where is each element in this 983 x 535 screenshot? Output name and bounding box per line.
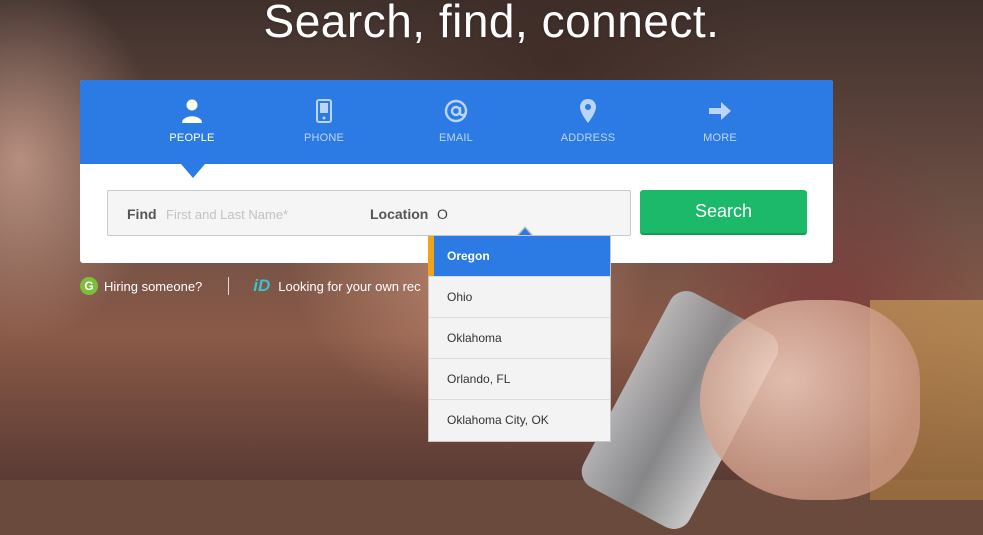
search-fields: Find Location <box>107 190 631 236</box>
person-icon <box>126 96 258 126</box>
background-hand-image <box>700 300 920 500</box>
tab-people[interactable]: PEOPLE <box>126 80 258 164</box>
hiring-link[interactable]: Hiring someone? <box>104 279 202 294</box>
arrow-right-icon <box>654 96 786 126</box>
tab-label: EMAIL <box>438 132 473 144</box>
divider <box>228 277 230 295</box>
search-button[interactable]: Search <box>640 190 807 235</box>
suggestion-item[interactable]: Oregon <box>428 236 610 277</box>
tab-more[interactable]: MORE <box>654 80 786 164</box>
tab-email[interactable]: EMAIL <box>390 80 522 164</box>
name-input[interactable] <box>164 201 358 227</box>
tab-phone[interactable]: PHONE <box>258 80 390 164</box>
tab-label: MORE <box>703 132 737 144</box>
location-suggestions-dropdown: Oregon Ohio Oklahoma Orlando, FL Oklahom… <box>428 235 611 442</box>
active-tab-caret <box>181 164 205 178</box>
hero-headline: Search, find, connect. <box>263 0 720 47</box>
id-logo-icon: iD <box>253 276 271 295</box>
find-label: Find <box>127 206 157 222</box>
location-pin-icon <box>522 96 654 126</box>
suggestion-item[interactable]: Oklahoma <box>429 318 610 359</box>
location-label: Location <box>370 206 429 222</box>
tab-address[interactable]: ADDRESS <box>522 80 654 164</box>
suggestion-item[interactable]: Ohio <box>429 277 610 318</box>
own-record-link[interactable]: Looking for your own rec <box>278 279 420 294</box>
tab-label: PEOPLE <box>169 132 215 144</box>
search-type-tabs: PEOPLE PHONE EMAIL ADDRESS MORE <box>80 80 833 178</box>
tab-label: ADDRESS <box>560 132 616 144</box>
suggestion-item[interactable]: Oklahoma City, OK <box>429 400 610 441</box>
at-sign-icon <box>390 96 522 126</box>
secondary-links: G Hiring someone? iD Looking for your ow… <box>80 276 421 296</box>
location-input[interactable] <box>435 201 619 227</box>
tab-label: PHONE <box>303 132 345 144</box>
suggestion-item[interactable]: Orlando, FL <box>429 359 610 400</box>
phone-icon <box>258 96 390 126</box>
hiring-logo-icon: G <box>80 277 98 295</box>
